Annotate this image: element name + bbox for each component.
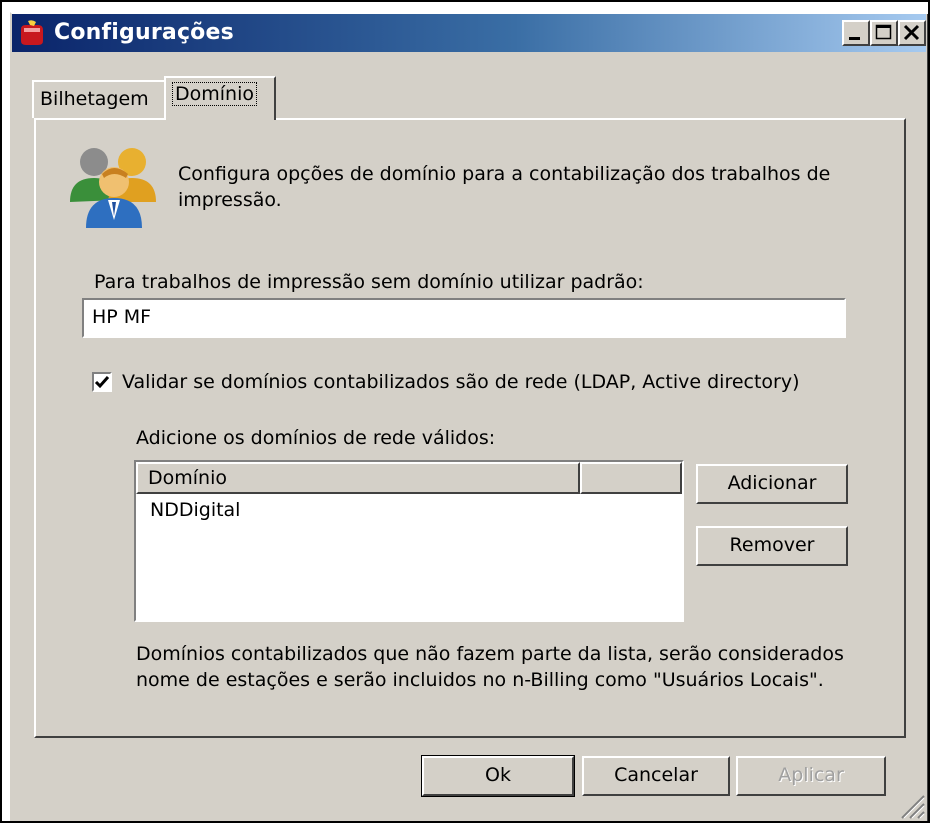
default-domain-value: HP MF <box>92 306 152 328</box>
title-bar[interactable]: Configurações <box>12 14 926 52</box>
tab-dominio-label: Domínio <box>172 82 257 106</box>
close-icon <box>903 24 920 41</box>
add-button[interactable]: Adicionar <box>696 464 848 504</box>
tab-dominio[interactable]: Domínio <box>164 76 276 120</box>
footnote-line-2: nome de estações e serão incluidos no n-… <box>136 669 824 691</box>
footnote-line-1: Domínios contabilizados que não fazem pa… <box>136 643 844 665</box>
domains-list[interactable]: Domínio NDDigital <box>134 460 684 622</box>
tab-bilhetagem-label: Bilhetagem <box>40 88 149 110</box>
remove-button[interactable]: Remover <box>696 526 848 566</box>
tab-bilhetagem[interactable]: Bilhetagem <box>32 80 166 118</box>
close-button[interactable] <box>898 20 926 46</box>
minimize-button[interactable] <box>842 20 870 46</box>
maximize-button[interactable] <box>870 20 898 46</box>
description-line-2: impressão. <box>178 189 282 211</box>
checkmark-icon <box>94 376 110 389</box>
app-icon <box>21 20 43 45</box>
column-header-empty[interactable] <box>580 462 682 494</box>
cancel-button[interactable]: Cancelar <box>582 756 730 796</box>
valid-domains-label: Adicione os domínios de rede válidos: <box>136 427 496 449</box>
default-domain-input[interactable]: HP MF <box>82 298 846 338</box>
default-domain-label: Para trabalhos de impressão sem domínio … <box>94 271 644 293</box>
apply-button: Aplicar <box>736 756 886 796</box>
minimize-icon <box>849 37 860 40</box>
window-title: Configurações <box>54 20 234 45</box>
column-header-dominio-label: Domínio <box>148 467 227 489</box>
maximize-icon <box>875 24 892 40</box>
users-group-icon <box>70 148 156 228</box>
column-header-dominio[interactable]: Domínio <box>136 462 580 494</box>
validate-domains-label[interactable]: Validar se domínios contabilizados são d… <box>122 370 800 394</box>
validate-domains-checkbox[interactable] <box>92 372 112 392</box>
ok-button[interactable]: Ok <box>421 755 575 797</box>
list-item[interactable]: NDDigital <box>150 498 240 522</box>
resize-grip-icon[interactable] <box>896 790 926 820</box>
description-line-1: Configura opções de domínio para a conta… <box>178 163 831 185</box>
